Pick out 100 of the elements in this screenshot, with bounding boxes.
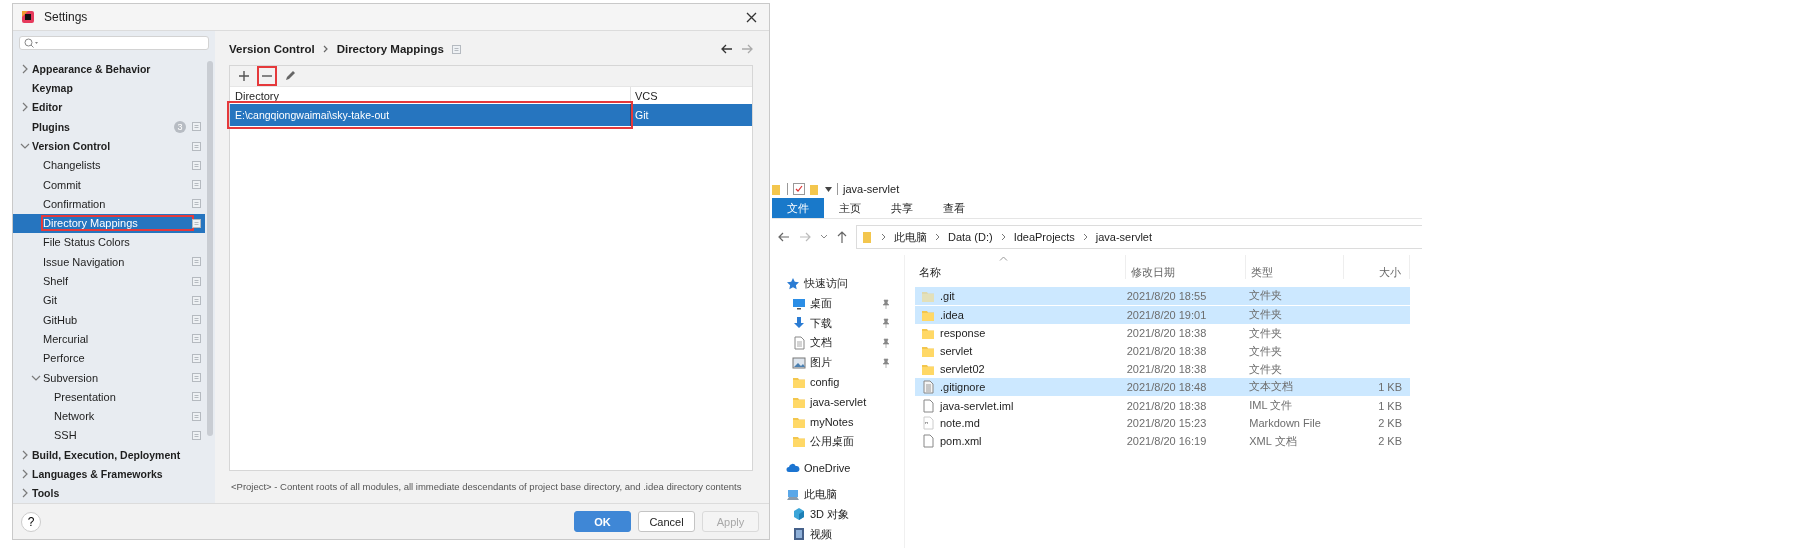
navigation-item[interactable]: 图片 (772, 352, 904, 373)
folder-icon (792, 434, 806, 449)
column-header[interactable]: 大小 (1344, 255, 1410, 279)
breadcrumb-item[interactable]: 此电脑 (894, 229, 927, 245)
sidebar-item[interactable]: Appearance & Behavior (13, 59, 205, 79)
pencil-icon[interactable] (284, 70, 296, 82)
navigation-item[interactable]: OneDrive (772, 458, 904, 478)
table-cell-text: 2021/8/20 18:38 (1125, 327, 1208, 340)
sidebar-item[interactable]: Subversion (13, 367, 205, 388)
sidebar-item[interactable]: Presentation (13, 387, 205, 407)
column-header[interactable]: Directory (230, 89, 630, 102)
table-cell-text: 文件夹 (1248, 288, 1284, 304)
table-cell-text: 文件夹 (1248, 326, 1284, 341)
navigation-item[interactable]: 快速访问 (772, 274, 904, 294)
folder-icon (863, 230, 873, 244)
breadcrumb-item[interactable]: java-servlet (1095, 231, 1153, 243)
sidebar-item[interactable]: Mercurial (13, 329, 205, 349)
table-cell: E:\cangqiongwaimai\sky-take-out (230, 104, 630, 126)
ribbon-tab[interactable]: 主页 (824, 198, 876, 218)
sidebar-item[interactable]: Confirmation (13, 194, 205, 214)
table-cell-text: 2021/8/20 18:55 (1125, 289, 1208, 302)
chevron-icon[interactable] (20, 62, 30, 75)
checkmark-icon[interactable] (793, 183, 805, 195)
up-arrow-icon[interactable] (837, 231, 847, 243)
navigation-item[interactable]: myNotes (772, 411, 904, 432)
ribbon-tab[interactable]: 查看 (928, 198, 980, 218)
file-name: servlet (940, 345, 973, 358)
sidebar-item[interactable]: Network (13, 406, 205, 426)
file-row[interactable]: .git 2021/8/20 18:55 文件夹 (915, 287, 1410, 306)
table-cell-text: 2 KB (1377, 417, 1403, 430)
chevron-icon[interactable] (20, 468, 30, 481)
file-name: note.md (940, 417, 980, 430)
table-cell-text: IML 文件 (1248, 398, 1294, 414)
breadcrumb-item[interactable]: IdeaProjects (1013, 231, 1075, 243)
navigation-item[interactable]: 3D 对象 (772, 504, 904, 525)
navigation-item[interactable]: 桌面 (772, 293, 904, 314)
navigation-item[interactable]: 视频 (772, 524, 904, 544)
file-row[interactable]: response 2021/8/20 18:38 文件夹 (915, 324, 1410, 343)
sidebar-item[interactable]: File Status Colors (13, 232, 205, 253)
chevron-icon[interactable] (20, 101, 30, 114)
sidebar-item[interactable]: Shelf (13, 271, 205, 291)
navigation-item[interactable]: 下载 (772, 313, 904, 334)
picture-icon (792, 355, 806, 370)
close-icon[interactable] (746, 11, 757, 23)
column-header[interactable]: 类型 (1246, 255, 1344, 279)
sidebar-item[interactable]: Git (13, 290, 205, 311)
navigation-item[interactable]: 文档 (772, 333, 904, 353)
table-row[interactable]: E:\cangqiongwaimai\sky-take-out Git (230, 104, 752, 126)
search-field[interactable] (19, 36, 209, 51)
folder-icon (772, 182, 782, 196)
chevron-icon[interactable] (20, 448, 30, 461)
navigation-item[interactable]: 公用桌面 (772, 431, 904, 452)
navigation-item[interactable]: config (772, 372, 904, 393)
sidebar-item[interactable]: Issue Navigation (13, 252, 205, 272)
chevron-icon[interactable] (20, 487, 30, 500)
table-cell-text: Markdown File (1248, 417, 1322, 430)
file-row[interactable]: java-servlet.iml 2021/8/20 18:38 IML 文件 1 KB (915, 396, 1410, 415)
back-arrow-icon[interactable] (778, 232, 790, 242)
sidebar-item[interactable]: Version Control (13, 136, 205, 156)
sidebar-item[interactable]: Languages & Frameworks (13, 464, 205, 484)
sidebar-item[interactable]: Changelists (13, 155, 205, 175)
dialog-button[interactable]: Cancel (638, 511, 695, 532)
column-header[interactable]: 名称 (915, 255, 1126, 279)
ribbon-tab[interactable]: 共享 (876, 198, 928, 218)
help-button[interactable]: ? (21, 511, 41, 532)
sidebar-item[interactable]: GitHub (13, 310, 205, 330)
file-row[interactable]: pom.xml 2021/8/20 16:19 XML 文档 2 KB (915, 432, 1410, 451)
sidebar-item[interactable]: SSH (13, 425, 205, 446)
file-row[interactable]: servlet02 2021/8/20 18:38 文件夹 (915, 360, 1410, 378)
column-header[interactable]: 修改日期 (1126, 255, 1246, 279)
chevron-icon[interactable] (820, 234, 828, 240)
file-row[interactable]: servlet 2021/8/20 18:38 文件夹 (915, 342, 1410, 361)
ribbon-tab[interactable]: 文件 (772, 198, 824, 218)
table-cell-text: 文件夹 (1248, 361, 1284, 377)
sidebar-item[interactable]: Perforce (13, 348, 205, 368)
file-row[interactable]: .gitignore 2021/8/20 18:48 文本文档 1 KB (915, 378, 1410, 397)
sidebar-item[interactable]: Commit (13, 174, 205, 195)
file-row[interactable]: note.md 2021/8/20 15:23 Markdown File 2 KB (915, 414, 1410, 433)
sidebar-item[interactable]: Directory Mappings (13, 213, 205, 233)
breadcrumb-item[interactable]: Version Control (229, 43, 315, 55)
back-arrow-icon[interactable] (721, 44, 733, 54)
dialog-button[interactable]: OK (574, 511, 631, 532)
forward-arrow-icon[interactable] (799, 232, 811, 242)
file-name: .idea (940, 308, 964, 321)
sidebar-item[interactable]: Keymap (13, 78, 205, 98)
chevron-icon (881, 233, 886, 241)
cube-icon (792, 507, 806, 522)
address-bar[interactable]: 此电脑 Data (D:) IdeaProjects java-servlet (856, 225, 1422, 249)
count-badge: 3 (174, 120, 186, 133)
sidebar-item[interactable]: Tools (13, 483, 205, 503)
forward-arrow-icon[interactable] (741, 44, 753, 54)
sidebar-item[interactable]: Plugins 3 (13, 117, 205, 137)
navigation-item[interactable]: java-servlet (772, 392, 904, 412)
sidebar-item[interactable]: Build, Execution, Deployment (13, 445, 205, 465)
caret-icon[interactable] (825, 186, 832, 192)
add-icon[interactable] (238, 70, 250, 82)
scrollbar[interactable] (207, 61, 213, 437)
breadcrumb-item[interactable]: Data (D:) (948, 231, 993, 243)
sidebar-item[interactable]: Editor (13, 97, 205, 118)
navigation-item[interactable]: 此电脑 (772, 484, 904, 505)
